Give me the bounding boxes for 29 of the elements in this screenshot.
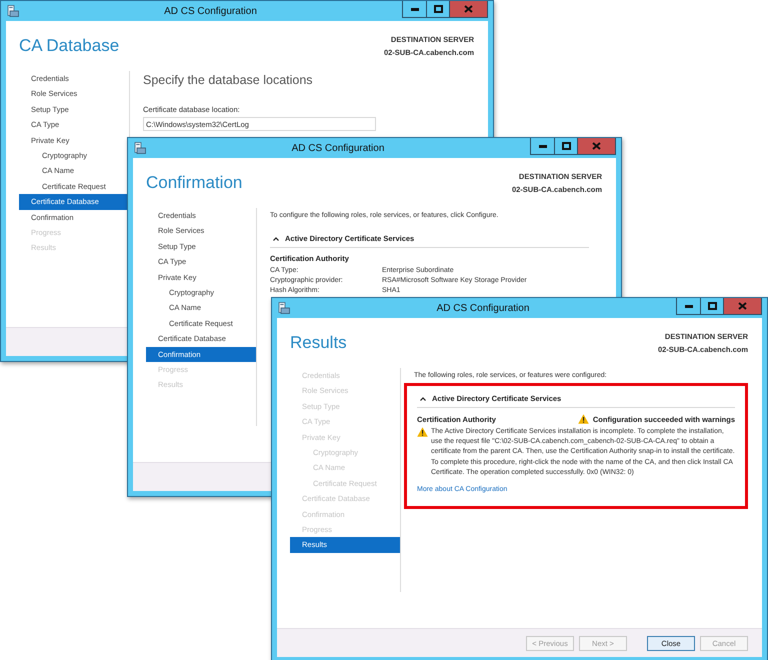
app-icon — [278, 302, 290, 314]
maximize-icon — [708, 302, 716, 310]
app-icon — [134, 142, 146, 154]
window-title: AD CS Configuration — [436, 302, 530, 314]
warning-icon — [578, 414, 589, 424]
close-button[interactable] — [723, 298, 761, 314]
close-icon — [592, 142, 601, 150]
warning-icon — [417, 427, 428, 437]
page-heading: Confirmation — [146, 173, 242, 193]
close-button[interactable] — [449, 1, 487, 17]
close-icon — [464, 5, 473, 13]
minimize-icon — [538, 144, 546, 148]
app-icon — [7, 5, 19, 17]
minimize-icon — [410, 8, 418, 10]
window-title: AD CS Configuration — [163, 6, 258, 16]
minimize-icon — [684, 304, 692, 308]
page-title: Specify the database locations — [143, 73, 314, 87]
maximize-button[interactable] — [554, 138, 577, 154]
close-button[interactable] — [577, 138, 615, 154]
maximize-icon — [434, 5, 442, 13]
close-icon — [738, 302, 747, 310]
collapse-icon[interactable] — [420, 396, 426, 400]
maximize-icon — [562, 142, 570, 150]
window-title: AD CS Configuration — [290, 142, 386, 154]
maximize-button[interactable] — [700, 298, 723, 314]
collapse-icon[interactable] — [273, 236, 279, 240]
page-heading: Results — [290, 333, 347, 353]
maximize-button[interactable] — [426, 1, 449, 17]
page-heading: CA Database — [19, 36, 120, 56]
